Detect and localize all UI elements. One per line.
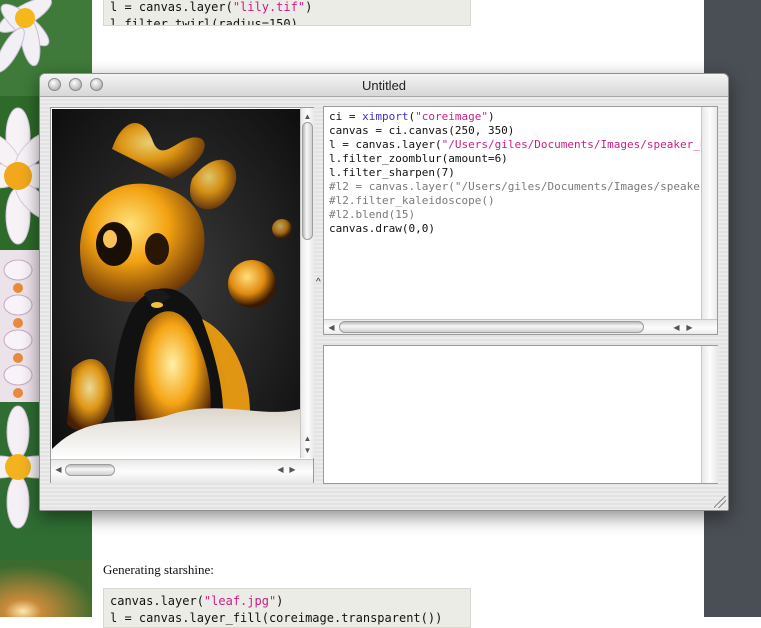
code-editor[interactable]: ci = ximport("coreimage") canvas = ci.can… [323,106,718,335]
code-token: l.filter_sharpen(7) [329,166,455,179]
app-window: Untitled ▲ ▲ ▼ ◀ ◀ ▶ ^ ci = ximport("cor… [39,73,729,511]
code-token: #l2.blend(15) [329,208,416,221]
code-line[interactable]: l.filter_zoomblur(amount=6) [329,152,717,166]
window-content: ▲ ▲ ▼ ◀ ◀ ▶ ^ ci = ximport("coreimage") c… [40,97,728,510]
scroll-up-arrow-icon-2[interactable]: ▲ [302,434,313,444]
code-token: "coreimage" [415,110,488,123]
code-line[interactable]: canvas = ci.canvas(250, 350) [329,124,717,138]
scroll-left-arrow-icon-2[interactable]: ◀ [275,465,286,475]
code-token: #l2 = canvas.layer("/Users/giles/Documen… [329,180,718,193]
code-sample-top: l = canvas.layer("lily.tif") l.filter_tw… [103,0,471,26]
starshine-thumbnail [0,560,92,617]
window-titlebar[interactable]: Untitled [40,74,728,97]
scroll-up-arrow-icon[interactable]: ▲ [302,112,313,122]
code-line[interactable]: #l2.blend(15) [329,208,717,222]
vertical-split-handle-icon[interactable]: ^ [316,277,321,288]
code-scroll-right-arrow-icon[interactable]: ▶ [684,323,695,333]
code-token: ximport [362,110,409,123]
code-horizontal-scroll-thumb[interactable] [339,321,644,333]
output-vertical-scrollbar[interactable] [701,346,718,483]
code-sample-bottom: canvas.layer("leaf.jpg") l = canvas.laye… [103,588,471,628]
code-horizontal-scrollbar[interactable]: ◀ ◀ ▶ [324,319,717,334]
code-line[interactable]: #l2.filter_kaleidoscope() [329,194,717,208]
section-caption: Generating starshine: [103,562,214,577]
code-scroll-left-arrow-icon[interactable]: ◀ [326,323,337,333]
code-text[interactable]: ci = ximport("coreimage") canvas = ci.can… [329,110,718,236]
scroll-down-arrow-icon[interactable]: ▼ [302,446,313,456]
code-line[interactable]: l = canvas.layer("/Users/giles/Documents… [329,138,718,152]
code-line[interactable]: ci = ximport("coreimage") [329,110,717,124]
scroll-right-arrow-icon[interactable]: ▶ [287,465,298,475]
image-vertical-scroll-thumb[interactable] [302,122,313,240]
rendered-image [52,109,300,459]
code-token: l = canvas.layer( [329,138,442,151]
window-title: Untitled [361,78,407,93]
code-line[interactable]: #l2 = canvas.layer("/Users/giles/Documen… [329,180,718,194]
image-horizontal-scroll-thumb[interactable] [65,464,115,476]
output-console[interactable] [323,345,718,484]
code-token: canvas = ci.canvas(250, 350) [329,124,515,137]
code-token: "/Users/giles/Documents/Images/speaker_b… [441,138,718,151]
code-vertical-scrollbar[interactable] [701,107,717,320]
code-line[interactable]: canvas.draw(0,0) [329,222,717,236]
code-token: canvas.draw(0,0) [329,222,435,235]
scroll-left-arrow-icon[interactable]: ◀ [53,465,64,475]
image-horizontal-scrollbar[interactable]: ◀ ◀ ▶ [51,459,313,483]
code-token: #l2.filter_kaleidoscope() [329,194,495,207]
code-token: ) [487,110,495,123]
image-vertical-scrollbar[interactable]: ▲ ▲ ▼ [300,108,314,458]
code-line[interactable]: l.filter_sharpen(7) [329,166,717,180]
code-token: l.filter_zoomblur(amount=6) [329,152,508,165]
code-token: ci = [329,110,363,123]
image-preview-pane: ▲ ▲ ▼ ◀ ◀ ▶ [50,107,314,483]
code-scroll-left-arrow-icon-2[interactable]: ◀ [671,323,682,333]
resize-grip-icon[interactable] [714,496,726,508]
